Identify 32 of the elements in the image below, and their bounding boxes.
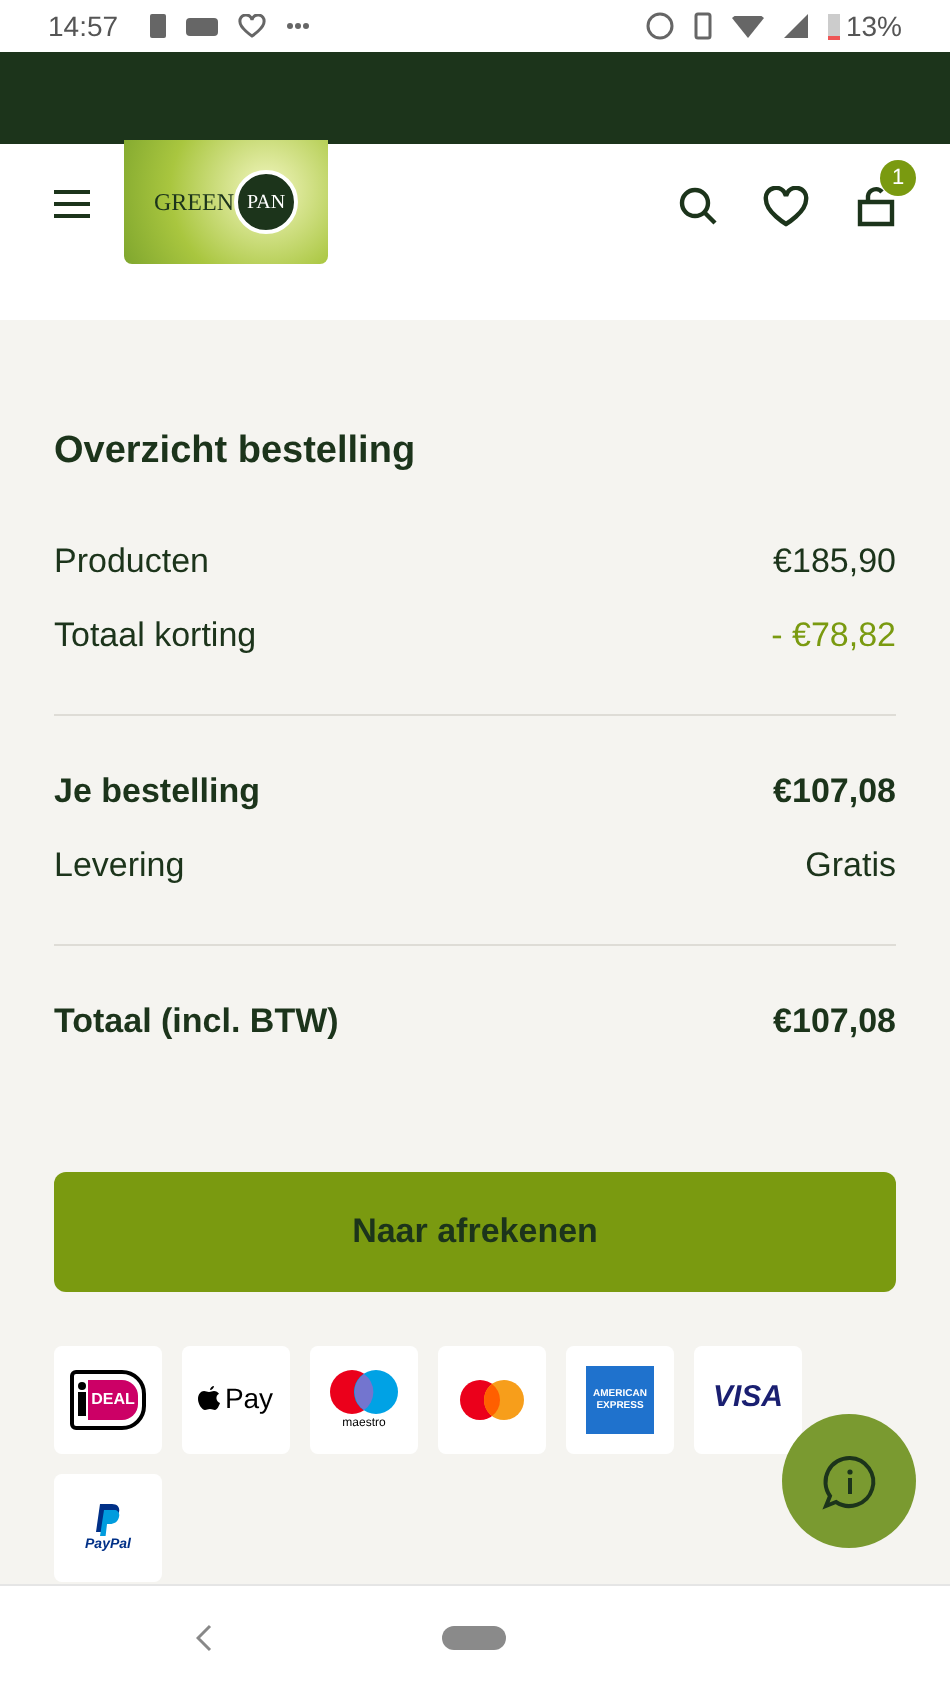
checkout-button[interactable]: Naar afrekenen [54,1171,896,1291]
chat-info-icon [819,1451,879,1511]
mastercard-logo [460,1379,524,1419]
search-icon[interactable] [678,186,718,226]
heart-icon[interactable] [762,185,810,227]
apple-pay-logo: Pay [198,1378,274,1420]
more-icon [286,22,311,30]
summary-value: Gratis [805,844,896,889]
summary-value: - €78,82 [771,614,896,659]
summary-label: Producten [54,540,209,585]
ideal-logo: DEAL [69,1369,147,1429]
summary-label: Levering [54,844,185,889]
heart-rate-icon [238,14,267,38]
summary-label: Je bestelling [54,770,260,815]
home-pill[interactable] [442,1625,506,1649]
visa-logo: VISA [712,1378,783,1419]
signal-icon [783,14,808,38]
summary-title: Overzicht bestelling [54,428,418,476]
greenpan-logo[interactable]: GREEN PAN [124,140,328,264]
back-icon[interactable] [196,1623,212,1651]
status-time: 14:57 [48,7,119,45]
wifi-icon [731,15,764,37]
cart-count-badge: 1 [880,160,916,196]
summary-value: €107,08 [773,770,896,815]
menu-icon[interactable] [52,190,92,218]
summary-value: €185,90 [773,540,896,585]
summary-label: Totaal (incl. BTW) [54,1000,339,1045]
summary-label: Totaal korting [54,614,257,659]
battery-percent: 13% [845,7,902,45]
battery-icon [827,13,840,39]
summary-value: €107,08 [773,1000,896,1045]
shopping-bag-icon[interactable] [854,184,898,228]
